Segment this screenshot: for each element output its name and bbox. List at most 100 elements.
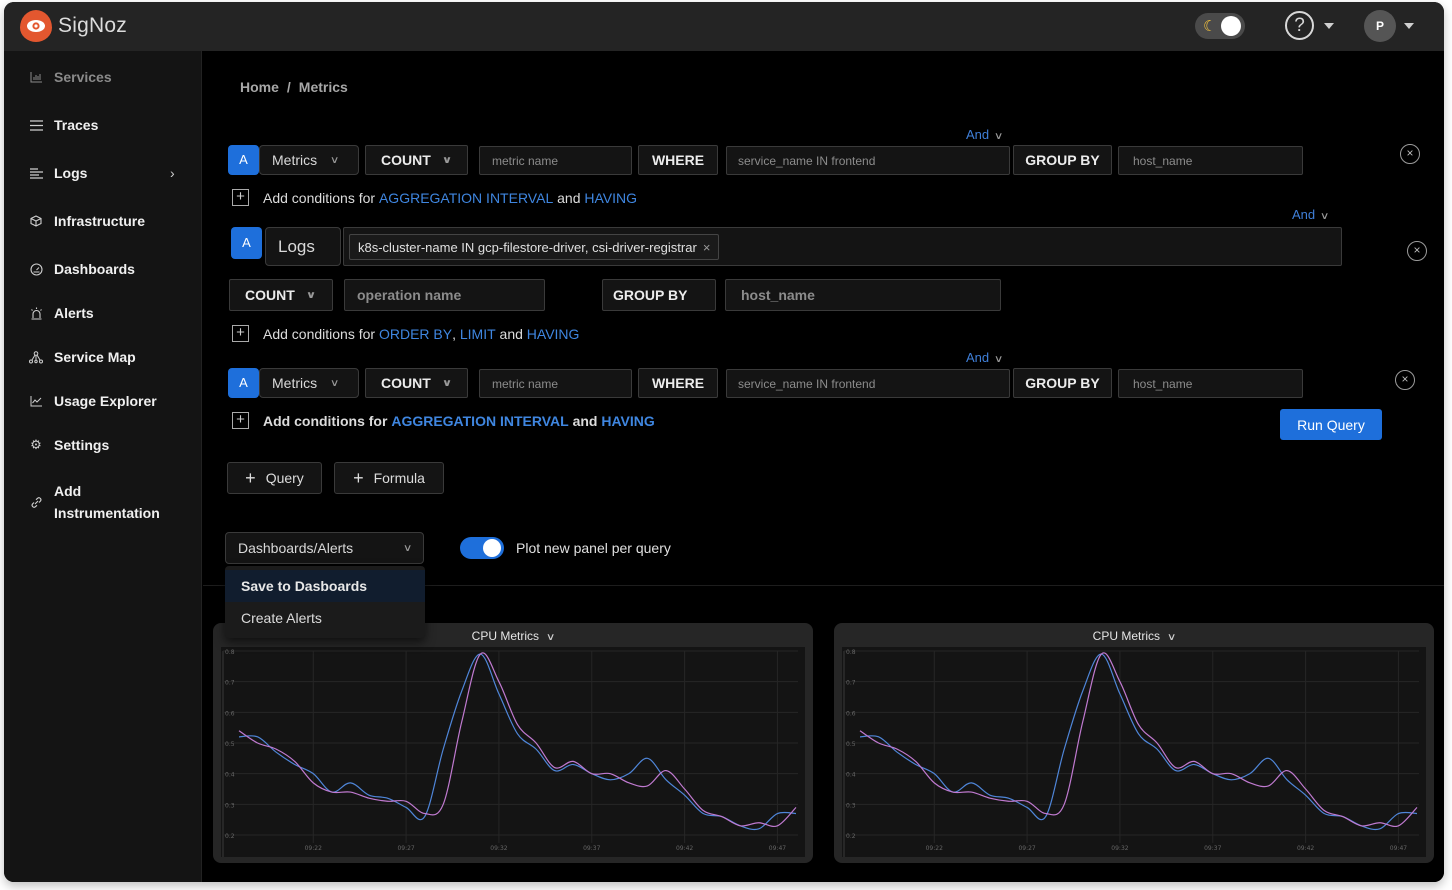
source-select[interactable]: Metrics ∨ <box>259 145 359 175</box>
cpu-metrics-chart-2[interactable]: 0.8 0.7 0.6 0.5 0.4 0.3 0.2 09:22 09:27 09:32 09:3… <box>842 647 1426 857</box>
sidebar-item-infrastructure[interactable]: Infrastructure <box>4 206 202 236</box>
where-label: WHERE <box>638 145 718 175</box>
sidebar-item-services[interactable]: Services <box>4 62 202 92</box>
sidebar-item-usage-explorer[interactable]: Usage Explorer <box>4 386 202 416</box>
aggregation-select[interactable]: COUNT ∨ <box>365 145 468 175</box>
y-tick-label: 0.3 <box>225 802 235 809</box>
x-tick-label: 09:42 <box>676 845 693 852</box>
aggregation-select[interactable]: COUNT ∨ <box>229 279 333 311</box>
remove-query-icon[interactable]: × <box>1407 241 1427 261</box>
having-link[interactable]: HAVING <box>584 190 637 206</box>
group-by-input[interactable]: host_name <box>1118 369 1303 398</box>
signoz-logo-icon[interactable] <box>20 10 52 42</box>
operation-name-input[interactable]: operation name <box>344 279 545 311</box>
having-link[interactable]: HAVING <box>601 413 654 429</box>
add-conditions-row[interactable]: + Add conditions for ORDER BY, LIMIT and… <box>232 325 579 342</box>
and-operator-select[interactable]: And ∨ <box>966 350 1004 365</box>
plus-square-icon[interactable]: + <box>232 189 249 206</box>
plus-icon: + <box>353 467 364 488</box>
sidebar-item-logs[interactable]: Logs › <box>4 158 202 188</box>
sidebar-item-service-map[interactable]: Service Map <box>4 342 202 372</box>
group-by-input[interactable]: host_name <box>725 279 1001 311</box>
add-query-button[interactable]: + Query <box>227 462 322 494</box>
y-tick-label: 0.7 <box>225 680 235 687</box>
query-label-badge[interactable]: A <box>228 145 259 175</box>
remove-query-icon[interactable]: × <box>1395 370 1415 390</box>
and-operator-select[interactable]: And ∨ <box>1292 207 1330 222</box>
chevron-down-icon: ∨ <box>330 377 340 389</box>
add-conditions-row[interactable]: + Add conditions for AGGREGATION INTERVA… <box>232 189 637 206</box>
run-query-button[interactable]: Run Query <box>1280 409 1382 440</box>
plot-new-panel-toggle[interactable] <box>460 537 504 559</box>
y-tick-label: 0.6 <box>225 710 235 717</box>
query-label-badge[interactable]: A <box>228 368 259 398</box>
logs-filter-input[interactable]: k8s-cluster-name IN gcp-filestore-driver… <box>343 227 1342 266</box>
x-tick-label: 09:37 <box>1204 845 1221 852</box>
menu-item-create-alerts[interactable]: Create Alerts <box>225 602 425 634</box>
x-tick-label: 09:27 <box>397 845 414 852</box>
sidebar-item-alerts[interactable]: Alerts <box>4 298 202 328</box>
chevron-down-icon: ∨ <box>441 154 453 166</box>
app-window: SigNoz ☾ ? P Services Traces Logs › Infr… <box>4 2 1444 882</box>
group-by-label: GROUP BY <box>1013 145 1112 175</box>
alarm-icon <box>28 305 44 321</box>
chevron-down-icon: ∨ <box>441 377 453 389</box>
aggregation-interval-link[interactable]: AGGREGATION INTERVAL <box>391 413 568 429</box>
sidebar-item-traces[interactable]: Traces <box>4 110 202 140</box>
dashboards-alerts-select[interactable]: Dashboards/Alerts ∨ <box>225 532 424 564</box>
add-conditions-row[interactable]: + Add conditions for AGGREGATION INTERVA… <box>232 412 655 429</box>
user-dropdown-caret-icon[interactable] <box>1404 23 1414 29</box>
line-chart-icon <box>28 393 44 409</box>
user-avatar[interactable]: P <box>1364 10 1396 42</box>
remove-query-icon[interactable]: × <box>1400 144 1420 164</box>
chevron-down-icon: ∨ <box>545 632 556 643</box>
query-label-badge[interactable]: A <box>231 227 262 259</box>
main-content: Home / Metrics And ∨ A Metrics ∨ COUNT ∨ metr… <box>203 51 1444 882</box>
group-by-input[interactable]: host_name <box>1118 146 1303 175</box>
having-link[interactable]: HAVING <box>527 326 580 342</box>
metric-name-input[interactable]: metric name <box>479 146 632 175</box>
plus-square-icon[interactable]: + <box>232 412 249 429</box>
plot-new-panel-label: Plot new panel per query <box>516 540 671 556</box>
source-select[interactable]: Logs <box>265 227 341 266</box>
y-tick-label: 0.8 <box>225 649 235 656</box>
brand-name[interactable]: SigNoz <box>58 14 127 38</box>
order-by-link[interactable]: ORDER BY <box>379 326 452 342</box>
breadcrumb-current: Metrics <box>298 79 348 95</box>
dashboard-gauge-icon <box>28 261 44 277</box>
remove-tag-icon[interactable]: × <box>703 240 711 255</box>
chevron-down-icon: ∨ <box>994 354 1004 365</box>
x-tick-label: 09:32 <box>490 845 507 852</box>
cpu-metrics-chart-1[interactable]: 0.8 0.7 0.6 0.5 0.4 0.3 0.2 09:22 09:27 09:32 09:3… <box>221 647 805 857</box>
where-input[interactable]: service_name IN frontend <box>726 369 1010 398</box>
and-operator-select[interactable]: And ∨ <box>966 127 1004 142</box>
bar-chart-icon <box>28 69 44 85</box>
breadcrumb-home[interactable]: Home <box>240 79 279 95</box>
theme-toggle[interactable]: ☾ <box>1195 13 1245 39</box>
graph-nodes-icon <box>28 349 44 365</box>
y-tick-label: 0.6 <box>846 710 856 717</box>
limit-link[interactable]: LIMIT <box>460 326 496 342</box>
group-by-label: GROUP BY <box>1013 368 1112 398</box>
sidebar-item-add-instrumentation[interactable]: Add Instrumentation <box>4 479 202 525</box>
y-tick-label: 0.5 <box>846 741 856 748</box>
where-input[interactable]: service_name IN frontend <box>726 146 1010 175</box>
y-tick-label: 0.4 <box>846 772 856 779</box>
add-formula-button[interactable]: + Formula <box>334 462 444 494</box>
plus-square-icon[interactable]: + <box>232 325 249 342</box>
y-tick-label: 0.7 <box>846 680 856 687</box>
sidebar-label-line1: Add <box>54 483 82 499</box>
help-dropdown-caret-icon[interactable] <box>1324 23 1334 29</box>
source-select[interactable]: Metrics ∨ <box>259 368 359 398</box>
sidebar-item-dashboards[interactable]: Dashboards <box>4 254 202 284</box>
sidebar-label-line2: Instrumentation <box>54 505 160 521</box>
help-icon[interactable]: ? <box>1285 11 1314 40</box>
toggle-knob <box>1221 16 1241 36</box>
aggregation-select[interactable]: COUNT ∨ <box>365 368 468 398</box>
menu-item-save-to-dashboards[interactable]: Save to Dasboards <box>225 570 425 602</box>
metric-name-input[interactable]: metric name <box>479 369 632 398</box>
sidebar-item-settings[interactable]: ⚙ Settings <box>4 430 202 460</box>
aggregation-interval-link[interactable]: AGGREGATION INTERVAL <box>379 190 553 206</box>
plus-icon: + <box>245 467 256 488</box>
panel-title[interactable]: CPU Metrics ∨ <box>834 629 1434 643</box>
